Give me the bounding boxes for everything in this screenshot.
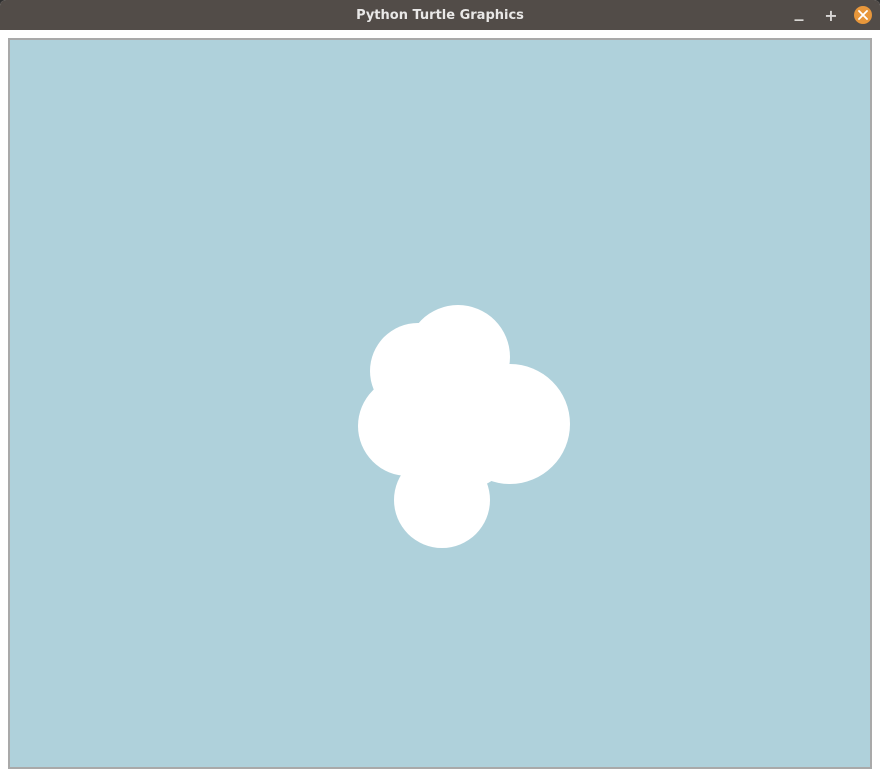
turtle-canvas-frame: [8, 38, 872, 769]
window-title: Python Turtle Graphics: [0, 8, 880, 23]
maximize-icon[interactable]: +: [822, 6, 840, 24]
window-controls: _ +: [790, 0, 872, 30]
minimize-icon[interactable]: _: [790, 6, 808, 24]
titlebar[interactable]: Python Turtle Graphics _ +: [0, 0, 880, 30]
cloud-lobe: [400, 370, 520, 490]
content-area: [0, 30, 880, 777]
cloud-shape: [10, 40, 870, 767]
app-window: Python Turtle Graphics _ +: [0, 0, 880, 777]
close-icon[interactable]: [854, 6, 872, 24]
